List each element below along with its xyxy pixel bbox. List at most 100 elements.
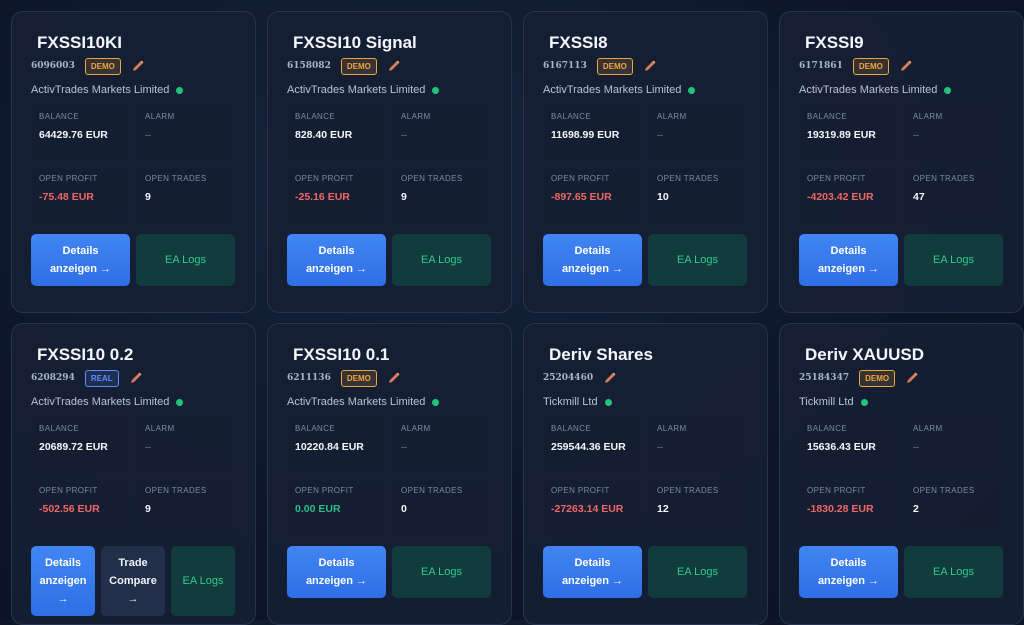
details-button[interactable]: Details anzeigen →	[543, 234, 642, 286]
account-card: Deriv Shares 25204460 Tickmill Ltd BALAN…	[523, 323, 768, 625]
ea-logs-button[interactable]: EA Logs	[648, 546, 747, 598]
open-profit-value: -1830.28 EUR	[807, 503, 874, 515]
account-title: Deriv XAUUSD	[805, 345, 925, 364]
ea-logs-label: EA Logs	[677, 254, 718, 266]
account-title: FXSSI10KI	[37, 33, 123, 52]
balance-stat: BALANCE 20689.72 EUR	[31, 416, 128, 472]
broker-name: Tickmill Ltd	[799, 396, 854, 408]
open-trades-value: 10	[657, 191, 669, 203]
open-trades-label: OPEN TRADES	[913, 174, 975, 183]
alarm-label: ALARM	[657, 424, 687, 433]
details-button[interactable]: Details anzeigen →	[31, 234, 130, 286]
compare-label: Compare	[109, 575, 157, 587]
account-number: 6158082	[287, 61, 331, 71]
open-profit-stat: OPEN PROFIT -502.56 EUR	[31, 478, 128, 534]
alarm-value: –	[401, 441, 407, 453]
open-profit-stat: OPEN PROFIT -27263.14 EUR	[543, 478, 640, 534]
open-trades-value: 9	[145, 191, 151, 203]
balance-label: BALANCE	[39, 424, 80, 433]
open-trades-label: OPEN TRADES	[401, 486, 463, 495]
pencil-icon[interactable]	[129, 371, 143, 385]
ea-logs-button[interactable]: EA Logs	[904, 546, 1003, 598]
details-button[interactable]: Details anzeigen →	[799, 546, 898, 598]
pencil-icon[interactable]	[899, 59, 913, 73]
open-profit-label: OPEN PROFIT	[295, 486, 354, 495]
open-trades-label: OPEN TRADES	[913, 486, 975, 495]
alarm-label: ALARM	[145, 112, 175, 121]
account-title: FXSSI10 0.1	[293, 345, 390, 364]
details-button[interactable]: Details anzeigen →	[287, 234, 386, 286]
balance-value: 10220.84 EUR	[295, 441, 364, 453]
details-label: Details	[318, 557, 355, 569]
details-label: Details	[830, 557, 867, 569]
account-number: 6211136	[287, 373, 331, 383]
balance-value: 64429.76 EUR	[39, 129, 108, 141]
open-profit-stat: OPEN PROFIT -25.16 EUR	[287, 166, 384, 222]
open-profit-stat: OPEN PROFIT -897.65 EUR	[543, 166, 640, 222]
open-profit-value: 0.00 EUR	[295, 503, 341, 515]
open-profit-value: -75.48 EUR	[39, 191, 94, 203]
account-grid: FXSSI10KI 6096003 DEMO ActivTrades Marke…	[0, 0, 1024, 625]
account-number: 25184347	[799, 373, 850, 383]
pencil-icon[interactable]	[131, 59, 145, 73]
online-status-dot	[432, 86, 440, 94]
details-button[interactable]: Details anzeigen →	[31, 546, 95, 616]
ea-logs-button[interactable]: EA Logs	[904, 234, 1003, 286]
real-badge: REAL	[84, 369, 119, 387]
ea-logs-button[interactable]: EA Logs	[392, 234, 491, 286]
broker-name: ActivTrades Markets Limited	[287, 396, 426, 408]
pencil-icon[interactable]	[905, 371, 919, 385]
online-status-dot	[176, 86, 184, 94]
pencil-icon[interactable]	[603, 371, 617, 385]
balance-value: 259544.36 EUR	[551, 441, 626, 453]
alarm-value: –	[401, 129, 407, 141]
account-card: FXSSI10KI 6096003 DEMO ActivTrades Marke…	[11, 11, 256, 313]
alarm-value: –	[913, 129, 919, 141]
details-button[interactable]: Details anzeigen →	[287, 546, 386, 598]
alarm-stat: ALARM –	[137, 416, 234, 472]
demo-badge: DEMO	[852, 57, 889, 75]
open-profit-stat: OPEN PROFIT -75.48 EUR	[31, 166, 128, 222]
open-trades-stat: OPEN TRADES 0	[393, 478, 490, 534]
open-profit-label: OPEN PROFIT	[551, 486, 610, 495]
open-profit-value: -502.56 EUR	[39, 503, 100, 515]
open-profit-label: OPEN PROFIT	[295, 174, 354, 183]
balance-label: BALANCE	[551, 424, 592, 433]
balance-value: 19319.89 EUR	[807, 129, 876, 141]
alarm-label: ALARM	[401, 112, 431, 121]
ea-logs-label: EA Logs	[677, 566, 718, 578]
open-trades-value: 12	[657, 503, 669, 515]
open-profit-label: OPEN PROFIT	[39, 486, 98, 495]
details-label: Details	[574, 557, 611, 569]
pencil-icon[interactable]	[643, 59, 657, 73]
account-title: Deriv Shares	[549, 345, 653, 364]
ea-logs-button[interactable]: EA Logs	[136, 234, 235, 286]
balance-stat: BALANCE 259544.36 EUR	[543, 416, 640, 472]
balance-value: 11698.99 EUR	[551, 129, 620, 141]
balance-value: 15636.43 EUR	[807, 441, 876, 453]
details-label-2: anzeigen →	[561, 575, 624, 587]
details-button[interactable]: Details anzeigen →	[799, 234, 898, 286]
ea-logs-button[interactable]: EA Logs	[171, 546, 235, 616]
broker-name: ActivTrades Markets Limited	[287, 84, 426, 96]
pencil-icon[interactable]	[387, 59, 401, 73]
ea-logs-button[interactable]: EA Logs	[648, 234, 747, 286]
ea-logs-button[interactable]: EA Logs	[392, 546, 491, 598]
open-trades-stat: OPEN TRADES 9	[393, 166, 490, 222]
account-card: FXSSI9 6171861 DEMO ActivTrades Markets …	[779, 11, 1024, 313]
ea-logs-label: EA Logs	[933, 254, 974, 266]
pencil-icon[interactable]	[387, 371, 401, 385]
demo-badge: DEMO	[340, 369, 377, 387]
trade-compare-button[interactable]: Trade Compare →	[101, 546, 165, 616]
open-trades-value: 0	[401, 503, 407, 515]
open-profit-label: OPEN PROFIT	[551, 174, 610, 183]
account-title: FXSSI10 0.2	[37, 345, 134, 364]
open-profit-value: -27263.14 EUR	[551, 503, 624, 515]
ea-logs-label: EA Logs	[165, 254, 206, 266]
details-label-2: anzeigen →	[817, 575, 880, 587]
open-profit-value: -897.65 EUR	[551, 191, 612, 203]
details-label: Details	[318, 245, 355, 257]
online-status-dot	[860, 398, 868, 406]
details-button[interactable]: Details anzeigen →	[543, 546, 642, 598]
alarm-stat: ALARM –	[393, 416, 490, 472]
